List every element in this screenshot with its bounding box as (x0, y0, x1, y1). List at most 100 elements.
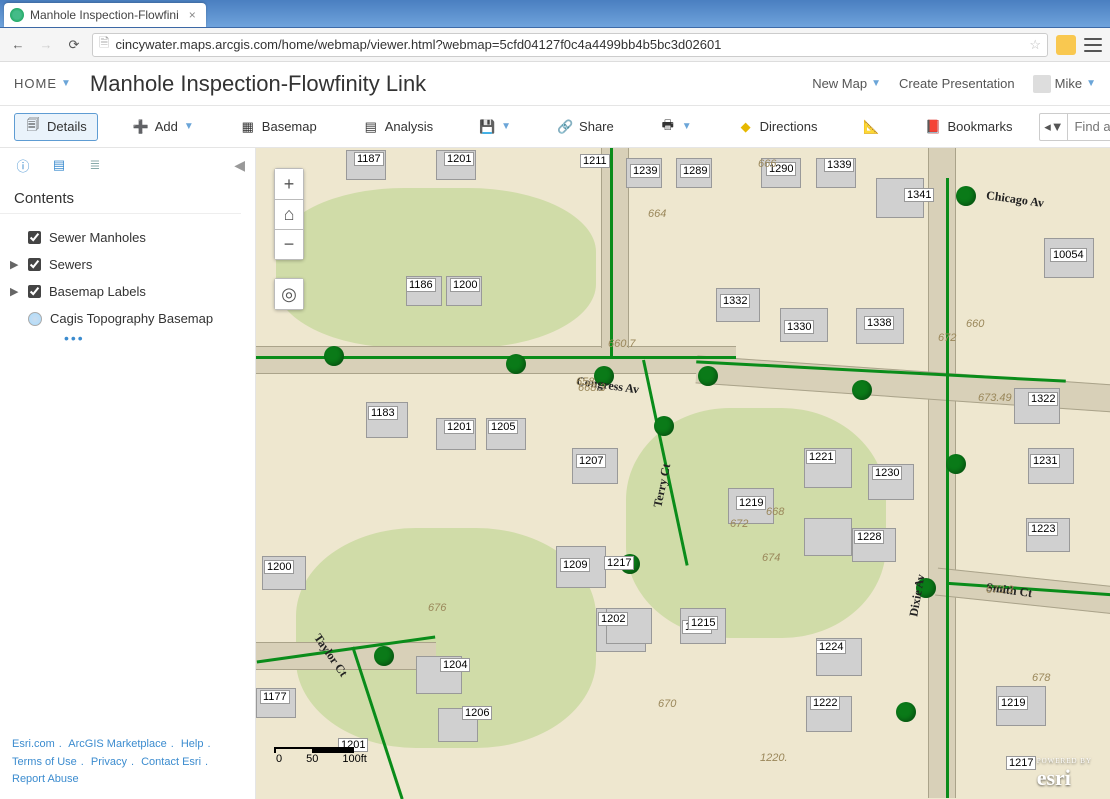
layer-sewer-manholes[interactable]: Sewer Manholes (0, 224, 255, 251)
layer-checkbox[interactable] (28, 285, 41, 298)
user-menu[interactable]: Mike▼ (1033, 75, 1096, 93)
locate-button[interactable]: ◎ (275, 279, 303, 309)
address-label: 1177 (260, 690, 290, 704)
footer-links: Esri.com. ArcGIS Marketplace. Help. Term… (0, 726, 255, 799)
address-label: 1219 (736, 496, 766, 510)
address-label: 672 (936, 332, 958, 344)
save-icon: 💾 (479, 119, 495, 135)
manhole-marker[interactable] (374, 646, 394, 666)
search-scope-dropdown[interactable]: ◂▼ (1040, 114, 1068, 140)
forward-button[interactable]: → (36, 35, 56, 55)
map-toolbar: 🗐Details ➕Add▼ ▦Basemap ▤Analysis 💾▼ 🔗Sh… (0, 106, 1110, 148)
home-extent-button[interactable]: ⌂ (275, 199, 303, 229)
extension-icon[interactable] (1056, 35, 1076, 55)
print-icon: 🖶 (660, 119, 676, 135)
avatar-icon (1033, 75, 1051, 93)
manhole-marker[interactable] (956, 186, 976, 206)
expand-icon[interactable]: ▶ (10, 285, 18, 298)
address-label: 10054 (1050, 248, 1087, 262)
bookmarks-button[interactable]: 📕Bookmarks (914, 113, 1023, 141)
bookmark-star-icon[interactable]: ☆ (1029, 37, 1041, 53)
address-label: 1215 (688, 616, 718, 630)
address-label: 1339 (824, 158, 854, 172)
measure-button[interactable]: 📐 (852, 113, 890, 141)
scale-bar: 0 50 100ft (274, 747, 367, 765)
search-input[interactable] (1068, 114, 1110, 140)
expand-icon[interactable]: ▶ (10, 258, 18, 271)
address-label: 672 (728, 518, 750, 530)
manhole-marker[interactable] (506, 354, 526, 374)
url-text: cincywater.maps.arcgis.com/home/webmap/v… (115, 37, 721, 52)
footer-link[interactable]: Contact Esri (141, 756, 201, 768)
address-label: 1217 (604, 556, 634, 570)
address-label: 1228 (854, 530, 884, 544)
reload-button[interactable]: ⟳ (64, 35, 84, 55)
search-box: ◂▼ (1039, 113, 1110, 141)
manhole-marker[interactable] (324, 346, 344, 366)
about-icon[interactable]: ⓘ (14, 156, 32, 174)
footer-link[interactable]: Report Abuse (12, 773, 79, 785)
address-label: 1201 (444, 420, 474, 434)
zoom-out-button[interactable]: − (275, 229, 303, 259)
collapse-panel-icon[interactable]: ◀ (234, 157, 245, 174)
browser-tab[interactable]: Manhole Inspection-Flowfini × (4, 3, 206, 27)
address-label: 1205 (488, 420, 518, 434)
address-bar[interactable]: 🗎 cincywater.maps.arcgis.com/home/webmap… (92, 33, 1048, 57)
map-canvas[interactable]: Chicago AvCongress AvTerry CtTaylor CtDi… (256, 148, 1110, 799)
footer-link[interactable]: ArcGIS Marketplace (68, 738, 166, 750)
address-label: 674 (760, 552, 782, 564)
share-button[interactable]: 🔗Share (546, 113, 625, 141)
layer-basemap-labels[interactable]: ▶ Basemap Labels (0, 278, 255, 305)
manhole-marker[interactable] (698, 366, 718, 386)
page-title: Manhole Inspection-Flowfinity Link (90, 71, 426, 97)
basemap-button[interactable]: ▦Basemap (229, 113, 328, 141)
content-icon[interactable]: ▤ (50, 156, 68, 174)
home-menu[interactable]: HOME▼ (14, 76, 72, 91)
details-icon: 🗐 (25, 119, 41, 135)
legend-icon[interactable]: ≣ (86, 156, 104, 174)
address-label: 666 (756, 158, 778, 170)
add-button[interactable]: ➕Add▼ (122, 113, 205, 141)
layer-cagis-basemap[interactable]: Cagis Topography Basemap (0, 305, 255, 332)
address-label: 1322 (1028, 392, 1058, 406)
details-button[interactable]: 🗐Details (14, 113, 98, 141)
layers-list: Sewer Manholes ▶ Sewers ▶ Basemap Labels… (0, 220, 255, 350)
locate-control: ◎ (274, 278, 304, 310)
directions-button[interactable]: ◆Directions (727, 113, 829, 141)
footer-link[interactable]: Terms of Use (12, 756, 77, 768)
close-tab-icon[interactable]: × (189, 8, 196, 22)
address-label: 1221 (806, 450, 836, 464)
esri-attribution: POWERED BY esri (1037, 757, 1092, 791)
zoom-in-button[interactable]: + (275, 169, 303, 199)
print-button[interactable]: 🖶▼ (649, 113, 703, 141)
address-label: 1330 (784, 320, 814, 334)
basemap-icon: ▦ (240, 119, 256, 135)
favicon-icon (10, 8, 24, 22)
analysis-button[interactable]: ▤Analysis (352, 113, 444, 141)
address-label: 1219 (998, 696, 1028, 710)
back-button[interactable]: ← (8, 35, 28, 55)
manhole-marker[interactable] (896, 702, 916, 722)
zoom-control: + ⌂ − (274, 168, 304, 260)
address-label: 1222 (810, 696, 840, 710)
app-header: HOME▼ Manhole Inspection-Flowfinity Link… (0, 62, 1110, 106)
tab-title: Manhole Inspection-Flowfini (30, 8, 179, 22)
new-map-menu[interactable]: New Map▼ (812, 76, 881, 91)
layer-options-ellipsis[interactable]: ••• (0, 330, 255, 346)
directions-icon: ◆ (738, 119, 754, 135)
address-label: 1220. (758, 752, 790, 764)
manhole-marker[interactable] (946, 454, 966, 474)
manhole-marker[interactable] (852, 380, 872, 400)
footer-link[interactable]: Esri.com (12, 738, 55, 750)
layer-checkbox[interactable] (28, 231, 41, 244)
footer-link[interactable]: Privacy (91, 756, 127, 768)
footer-link[interactable]: Help (181, 738, 204, 750)
browser-menu-icon[interactable] (1084, 38, 1102, 52)
address-label: 1239 (630, 164, 660, 178)
layer-sewers[interactable]: ▶ Sewers (0, 251, 255, 278)
address-label: 1202 (598, 612, 628, 626)
layer-checkbox[interactable] (28, 258, 41, 271)
manhole-marker[interactable] (654, 416, 674, 436)
create-presentation-link[interactable]: Create Presentation (899, 76, 1015, 91)
save-button[interactable]: 💾▼ (468, 113, 522, 141)
